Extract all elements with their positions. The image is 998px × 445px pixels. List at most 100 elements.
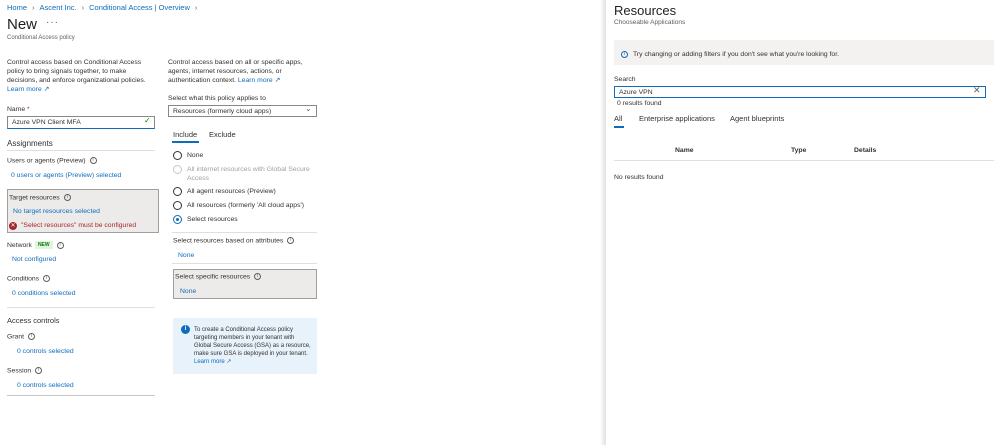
divider <box>172 263 317 264</box>
applies-to-dropdown[interactable]: Resources (formerly cloud apps) <box>168 105 317 117</box>
specific-resources-label-text: Select specific resources <box>175 273 251 281</box>
divider <box>7 150 155 151</box>
grant-label: Grant i <box>7 333 35 340</box>
target-resources-label-text: Target resources <box>9 194 60 202</box>
info-icon: i <box>621 51 628 58</box>
resources-panel <box>606 0 998 445</box>
tab-exclude[interactable]: Exclude <box>209 130 236 139</box>
learn-more-label[interactable]: Learn more <box>194 359 225 365</box>
policy-description-text: Control access based on Conditional Acce… <box>7 59 146 84</box>
attributes-link[interactable]: None <box>178 252 194 259</box>
learn-more-link[interactable]: Learn more ↗ <box>238 77 280 84</box>
active-tab-indicator <box>172 141 199 143</box>
info-icon: i <box>181 325 190 334</box>
attributes-label: Select resources based on attributes i <box>173 237 295 245</box>
required-marker: * <box>27 106 30 113</box>
radio-all-internet-resources-label: All internet resources with Global Secur… <box>187 166 310 182</box>
network-label-text: Network <box>7 241 32 249</box>
divider <box>7 307 155 308</box>
access-controls-heading: Access controls <box>7 316 60 325</box>
assignments-heading: Assignments <box>7 139 53 148</box>
session-label-text: Session <box>7 367 32 375</box>
network-link[interactable]: Not configured <box>12 256 56 263</box>
radio-all-internet-resources <box>173 165 182 174</box>
search-label: Search <box>614 76 636 83</box>
search-input[interactable] <box>614 86 986 98</box>
breadcrumb-home[interactable]: Home <box>7 3 27 12</box>
tab-enterprise-applications[interactable]: Enterprise applications <box>639 114 715 123</box>
new-badge: NEW <box>34 241 53 249</box>
panel-title: Resources <box>614 3 677 18</box>
page-title: New <box>7 16 38 33</box>
column-header-details[interactable]: Details <box>854 147 876 154</box>
conditions-link[interactable]: 0 conditions selected <box>12 290 75 297</box>
radio-none-label: None <box>187 152 204 159</box>
tab-all[interactable]: All <box>614 114 622 123</box>
checkmark-icon: ✓ <box>144 116 151 125</box>
results-count: 0 results found <box>617 100 662 107</box>
info-icon[interactable]: i <box>43 275 51 282</box>
external-link-icon: ↗ <box>226 359 232 365</box>
learn-more-label[interactable]: Learn more <box>7 86 42 93</box>
info-icon[interactable]: i <box>35 367 43 374</box>
specific-resources-link[interactable]: None <box>180 288 196 295</box>
breadcrumb: Home › Ascent Inc. › Conditional Access | Ov… <box>7 3 202 12</box>
chevron-right-icon: › <box>194 3 198 12</box>
users-label: Users or agents (Preview) i <box>7 157 97 164</box>
conditions-label-text: Conditions <box>7 275 40 283</box>
target-description: Control access based on all or specific … <box>168 58 316 85</box>
info-icon[interactable]: i <box>56 241 64 249</box>
breadcrumb-tenant[interactable]: Ascent Inc. <box>40 3 77 12</box>
column-header-name[interactable]: Name <box>675 147 694 154</box>
clear-search-icon[interactable]: ✕ <box>973 85 981 96</box>
grant-label-text: Grant <box>7 333 24 341</box>
page-subtitle: Conditional Access policy <box>7 35 75 41</box>
column-header-type[interactable]: Type <box>791 147 806 154</box>
target-description-text: Control access based on all or specific … <box>168 59 303 84</box>
radio-all-resources[interactable] <box>173 201 182 210</box>
tab-include[interactable]: Include <box>173 130 197 139</box>
target-resources-link[interactable]: No target resources selected <box>13 208 100 215</box>
radio-all-resources-label: All resources (formerly 'All cloud apps'… <box>187 202 305 209</box>
error-icon: ✕ <box>9 222 17 230</box>
breadcrumb-overview[interactable]: Conditional Access | Overview <box>89 3 190 12</box>
chevron-right-icon: › <box>32 3 35 12</box>
target-resources-error: "Select resources" must be configured <box>21 222 137 229</box>
divider <box>614 160 994 161</box>
divider <box>172 232 317 233</box>
learn-more-link[interactable]: Learn more ↗ <box>7 86 49 93</box>
applies-to-label: Select what this policy applies to <box>168 95 266 102</box>
name-label-text: Name <box>7 106 26 113</box>
network-label: Network NEW i <box>7 241 64 249</box>
name-field[interactable] <box>7 116 155 129</box>
conditions-label: Conditions i <box>7 275 51 283</box>
info-icon[interactable]: i <box>89 157 97 164</box>
empty-state-message: No results found <box>614 174 664 181</box>
radio-all-agent-resources-label: All agent resources (Preview) <box>187 188 276 195</box>
session-label: Session i <box>7 367 43 375</box>
radio-select-resources[interactable] <box>173 215 182 224</box>
radio-none[interactable] <box>173 151 182 160</box>
session-link[interactable]: 0 controls selected <box>17 382 74 389</box>
tab-agent-blueprints[interactable]: Agent blueprints <box>730 114 784 123</box>
users-label-text: Users or agents (Preview) <box>7 157 86 165</box>
chevron-down-icon[interactable]: ⌄ <box>305 104 312 113</box>
users-selection-link[interactable]: 0 users or agents (Preview) selected <box>11 172 121 179</box>
info-icon[interactable]: i <box>28 333 35 340</box>
panel-subtitle: Chooseable Applications <box>614 19 686 26</box>
info-icon[interactable]: i <box>254 273 262 280</box>
policy-description: Control access based on Conditional Acce… <box>7 58 149 94</box>
more-options-icon[interactable]: ··· <box>46 17 59 28</box>
divider <box>7 395 155 396</box>
info-icon[interactable]: i <box>287 237 295 244</box>
grant-link[interactable]: 0 controls selected <box>17 348 74 355</box>
attributes-label-text: Select resources based on attributes <box>173 237 284 245</box>
gsa-info-text: To create a Conditional Access policy ta… <box>194 326 312 366</box>
radio-select-resources-label: Select resources <box>187 216 238 223</box>
target-resources-label: Target resources i <box>9 194 71 201</box>
learn-more-link[interactable]: Learn more ↗ <box>194 359 231 365</box>
learn-more-label[interactable]: Learn more <box>238 77 273 84</box>
chevron-right-icon: › <box>81 3 85 12</box>
info-icon[interactable]: i <box>63 194 71 201</box>
radio-all-agent-resources[interactable] <box>173 187 182 196</box>
